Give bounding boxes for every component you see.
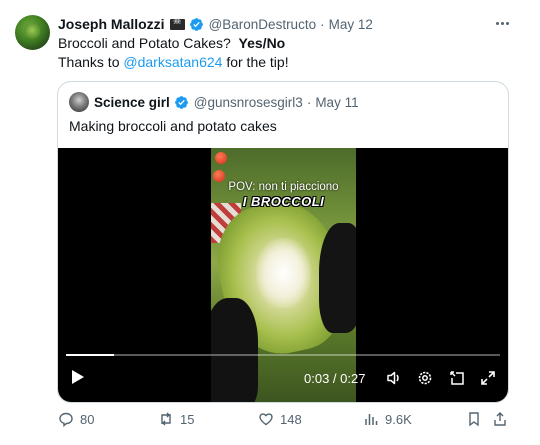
verified-icon xyxy=(189,17,203,31)
separator-dot: · xyxy=(320,16,325,32)
author-name[interactable]: Joseph Mallozzi xyxy=(58,16,165,32)
quoted-header: Science girl @gunsnrosesgirl3 · May 11 xyxy=(94,93,359,111)
video-progress-fill xyxy=(66,354,115,356)
tweet-header: Joseph Mallozzi @BaronDestructo · May 12 xyxy=(58,15,373,33)
more-icon[interactable] xyxy=(492,16,512,30)
tweet-text-line1: Broccoli and Potato Cakes? xyxy=(58,35,231,51)
tweet-text-line2-prefix: Thanks to xyxy=(58,54,120,70)
reply-icon xyxy=(59,412,73,427)
repost-button[interactable]: 15 xyxy=(158,409,194,429)
fullscreen-icon[interactable] xyxy=(480,370,496,386)
settings-icon[interactable] xyxy=(417,370,433,386)
views-count: 9.6K xyxy=(385,411,412,427)
video-time: 0:03 / 0:27 xyxy=(304,370,366,386)
tomato xyxy=(215,152,227,164)
play-icon[interactable] xyxy=(72,370,84,384)
mention-link[interactable]: @darksatan624 xyxy=(123,54,222,70)
reply-button[interactable]: 80 xyxy=(58,409,94,429)
like-count: 148 xyxy=(280,411,302,427)
video-caption-line2: I BROCCOLI xyxy=(242,194,325,209)
tweet-text-bold: Yes/No xyxy=(238,35,286,51)
tweet-text-line2-suffix: for the tip! xyxy=(226,54,289,70)
share-button[interactable] xyxy=(492,409,508,429)
bookmark-icon xyxy=(469,412,479,427)
separator-dot: · xyxy=(306,94,312,110)
avatar[interactable] xyxy=(15,15,50,50)
author-handle[interactable]: @BaronDestructo xyxy=(209,17,317,32)
repost-icon xyxy=(161,412,171,426)
video-player[interactable]: POV: non ti piacciono I BROCCOLI 0:03 / … xyxy=(58,148,508,402)
glove-left xyxy=(211,298,258,402)
quoted-avatar[interactable] xyxy=(69,92,89,112)
action-bar: 80 15 148 9.6K xyxy=(0,409,540,429)
views-button[interactable]: 9.6K xyxy=(363,409,412,429)
bookmark-button[interactable] xyxy=(466,409,482,429)
volume-icon[interactable] xyxy=(386,370,402,386)
quoted-handle[interactable]: @gunsnrosesgirl3 xyxy=(194,95,303,110)
quoted-text: Making broccoli and potato cakes xyxy=(69,118,277,134)
glove-right xyxy=(319,223,356,333)
quoted-author-name[interactable]: Science girl xyxy=(94,95,170,110)
share-icon xyxy=(494,412,506,426)
video-caption-line1: POV: non ti piacciono xyxy=(228,181,339,193)
like-icon xyxy=(259,413,273,426)
views-icon xyxy=(365,414,378,425)
tweet-date[interactable]: May 12 xyxy=(329,17,373,32)
like-button[interactable]: 148 xyxy=(258,409,302,429)
quoted-date[interactable]: May 11 xyxy=(315,95,358,110)
melted-cheese xyxy=(256,238,311,308)
pip-icon[interactable] xyxy=(449,370,465,386)
tweet[interactable]: Joseph Mallozzi @BaronDestructo · May 12… xyxy=(0,0,540,445)
reply-count: 80 xyxy=(80,411,95,427)
tweet-text: Broccoli and Potato Cakes? Yes/No Thanks… xyxy=(58,34,289,72)
quoted-tweet[interactable]: Science girl @gunsnrosesgirl3 · May 11 M… xyxy=(57,81,509,403)
pirate-flag-icon xyxy=(169,16,185,30)
video-progress-bar[interactable] xyxy=(66,354,500,356)
repost-count: 15 xyxy=(180,411,195,427)
verified-icon xyxy=(174,95,188,109)
